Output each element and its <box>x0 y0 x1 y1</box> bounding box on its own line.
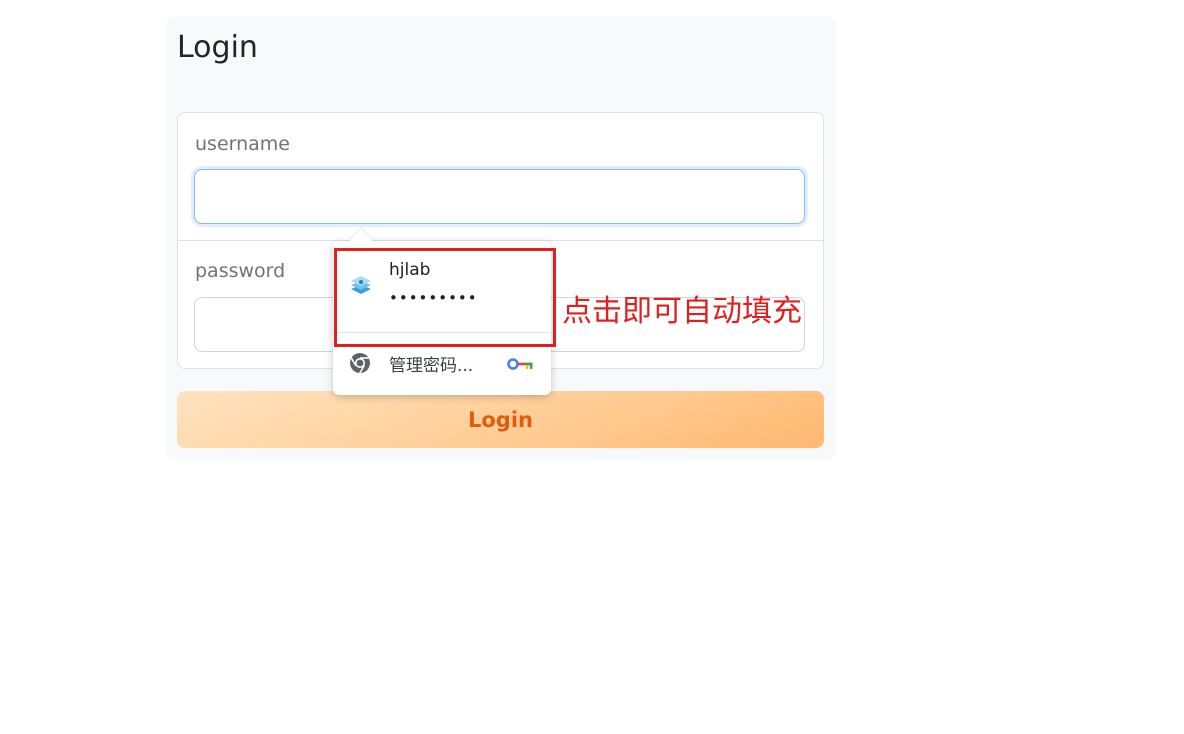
annotation-text: 点击即可自动填充 <box>562 294 802 329</box>
masked-password: ••••••••• <box>389 289 478 307</box>
password-label: password <box>195 260 286 282</box>
page-title: Login <box>177 30 258 65</box>
suggested-username: hjlab <box>389 260 431 280</box>
manage-passwords-item[interactable]: 管理密码... <box>333 333 551 393</box>
key-icon <box>507 356 535 370</box>
chrome-icon <box>349 352 371 374</box>
autofill-suggestion[interactable]: hjlab ••••••••• <box>333 241 551 331</box>
autofill-popup: hjlab ••••••••• 管理密码... <box>333 228 551 395</box>
login-button[interactable]: Login <box>177 391 824 448</box>
username-label: username <box>195 133 290 155</box>
username-input[interactable] <box>194 169 805 224</box>
manage-passwords-label: 管理密码... <box>389 356 474 376</box>
site-favicon-icon <box>349 275 373 295</box>
username-row: username <box>178 113 823 241</box>
